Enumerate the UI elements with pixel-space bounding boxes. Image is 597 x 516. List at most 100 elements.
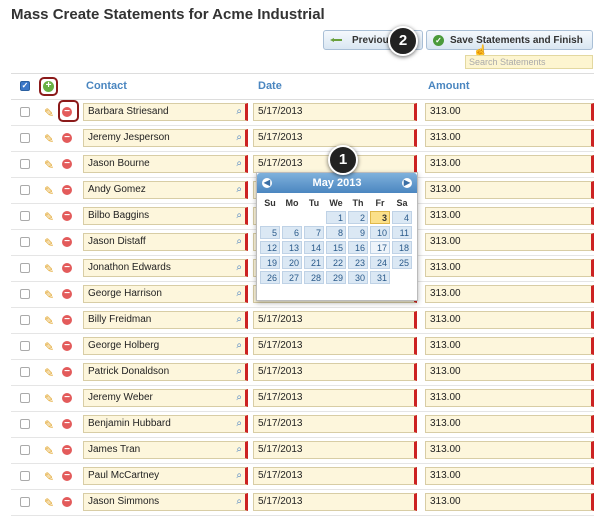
- minus-circle-icon[interactable]: −: [62, 133, 72, 143]
- magnifier-icon[interactable]: ⌕: [236, 442, 242, 458]
- date-field[interactable]: 5/17/2013: [253, 337, 417, 355]
- magnifier-icon[interactable]: ⌕: [236, 312, 242, 328]
- row-checkbox[interactable]: [20, 393, 30, 403]
- calendar-day[interactable]: 20: [282, 256, 302, 269]
- calendar-day[interactable]: 3: [370, 211, 390, 224]
- contact-field[interactable]: Barbara Striesand ⌕: [83, 103, 248, 121]
- calendar-day[interactable]: 21: [304, 256, 324, 269]
- magnifier-icon[interactable]: ⌕: [236, 130, 242, 146]
- row-checkbox[interactable]: [20, 419, 30, 429]
- amount-field[interactable]: 313.00: [425, 337, 594, 355]
- pencil-icon[interactable]: ✎: [44, 158, 54, 172]
- magnifier-icon[interactable]: ⌕: [236, 390, 242, 406]
- contact-field[interactable]: Bilbo Baggins ⌕: [83, 207, 248, 225]
- calendar-day[interactable]: 6: [282, 226, 302, 239]
- contact-field[interactable]: Jeremy Jesperson ⌕: [83, 129, 248, 147]
- search-statements-input[interactable]: Search Statements: [465, 55, 593, 69]
- pencil-icon[interactable]: ✎: [44, 106, 54, 120]
- minus-circle-icon[interactable]: −: [62, 159, 72, 169]
- amount-field[interactable]: 313.00: [425, 207, 594, 225]
- calendar-day[interactable]: 26: [260, 271, 280, 284]
- pencil-icon[interactable]: ✎: [44, 236, 54, 250]
- date-field[interactable]: 5/17/2013: [253, 441, 417, 459]
- contact-field[interactable]: Andy Gomez ⌕: [83, 181, 248, 199]
- minus-circle-icon[interactable]: −: [62, 315, 72, 325]
- column-header-date[interactable]: Date: [258, 80, 282, 92]
- minus-circle-icon[interactable]: −: [62, 419, 72, 429]
- pencil-icon[interactable]: ✎: [44, 340, 54, 354]
- calendar-day[interactable]: 10: [370, 226, 390, 239]
- minus-circle-icon[interactable]: −: [62, 445, 72, 455]
- row-checkbox[interactable]: [20, 185, 30, 195]
- amount-field[interactable]: 313.00: [425, 103, 594, 121]
- pencil-icon[interactable]: ✎: [44, 418, 54, 432]
- minus-circle-icon[interactable]: −: [62, 211, 72, 221]
- amount-field[interactable]: 313.00: [425, 441, 594, 459]
- minus-circle-icon[interactable]: −: [62, 393, 72, 403]
- pencil-icon[interactable]: ✎: [44, 262, 54, 276]
- date-field[interactable]: 5/17/2013: [253, 467, 417, 485]
- row-checkbox[interactable]: [20, 211, 30, 221]
- prev-month-icon[interactable]: ◀: [262, 178, 272, 188]
- amount-field[interactable]: 313.00: [425, 155, 594, 173]
- calendar-day[interactable]: 16: [348, 241, 368, 254]
- amount-field[interactable]: 313.00: [425, 259, 594, 277]
- calendar-day[interactable]: 8: [326, 226, 346, 239]
- magnifier-icon[interactable]: ⌕: [236, 260, 242, 276]
- calendar-day[interactable]: 31: [370, 271, 390, 284]
- magnifier-icon[interactable]: ⌕: [236, 494, 242, 510]
- row-checkbox[interactable]: [20, 237, 30, 247]
- amount-field[interactable]: 313.00: [425, 493, 594, 511]
- amount-field[interactable]: 313.00: [425, 363, 594, 381]
- amount-field[interactable]: 313.00: [425, 129, 594, 147]
- calendar-day[interactable]: 29: [326, 271, 346, 284]
- calendar-day[interactable]: 7: [304, 226, 324, 239]
- pencil-icon[interactable]: ✎: [44, 314, 54, 328]
- calendar-day[interactable]: 27: [282, 271, 302, 284]
- row-checkbox[interactable]: [20, 445, 30, 455]
- row-checkbox[interactable]: [20, 367, 30, 377]
- contact-field[interactable]: Jeremy Weber ⌕: [83, 389, 248, 407]
- column-header-amount[interactable]: Amount: [428, 80, 470, 92]
- minus-circle-icon[interactable]: −: [62, 341, 72, 351]
- contact-field[interactable]: Jason Distaff ⌕: [83, 233, 248, 251]
- minus-circle-icon[interactable]: −: [62, 185, 72, 195]
- calendar-day[interactable]: 28: [304, 271, 324, 284]
- pencil-icon[interactable]: ✎: [44, 288, 54, 302]
- calendar-day[interactable]: 2: [348, 211, 368, 224]
- next-month-icon[interactable]: ▶: [402, 178, 412, 188]
- magnifier-icon[interactable]: ⌕: [236, 156, 242, 172]
- contact-field[interactable]: Benjamin Hubbard ⌕: [83, 415, 248, 433]
- row-checkbox[interactable]: [20, 315, 30, 325]
- amount-field[interactable]: 313.00: [425, 181, 594, 199]
- pencil-icon[interactable]: ✎: [44, 496, 54, 510]
- magnifier-icon[interactable]: ⌕: [236, 234, 242, 250]
- calendar-day[interactable]: 14: [304, 241, 324, 254]
- calendar-day[interactable]: 4: [392, 211, 412, 224]
- date-field[interactable]: 5/17/2013: [253, 129, 417, 147]
- pencil-icon[interactable]: ✎: [44, 184, 54, 198]
- amount-field[interactable]: 313.00: [425, 285, 594, 303]
- calendar-day[interactable]: 30: [348, 271, 368, 284]
- calendar-day[interactable]: 11: [392, 226, 412, 239]
- calendar-day[interactable]: 23: [348, 256, 368, 269]
- amount-field[interactable]: 313.00: [425, 467, 594, 485]
- magnifier-icon[interactable]: ⌕: [236, 364, 242, 380]
- contact-field[interactable]: Jason Bourne ⌕: [83, 155, 248, 173]
- calendar-day[interactable]: 18: [392, 241, 412, 254]
- contact-field[interactable]: Billy Freidman ⌕: [83, 311, 248, 329]
- contact-field[interactable]: Jonathon Edwards ⌕: [83, 259, 248, 277]
- calendar-day[interactable]: 1: [326, 211, 346, 224]
- date-field[interactable]: 5/17/2013: [253, 363, 417, 381]
- row-checkbox[interactable]: [20, 133, 30, 143]
- calendar-day[interactable]: 15: [326, 241, 346, 254]
- date-field[interactable]: 5/17/2013: [253, 415, 417, 433]
- amount-field[interactable]: 313.00: [425, 311, 594, 329]
- date-field[interactable]: 5/17/2013: [253, 311, 417, 329]
- minus-circle-icon[interactable]: −: [62, 471, 72, 481]
- contact-field[interactable]: James Tran ⌕: [83, 441, 248, 459]
- minus-circle-icon[interactable]: −: [62, 237, 72, 247]
- calendar-day[interactable]: 25: [392, 256, 412, 269]
- calendar-day[interactable]: 13: [282, 241, 302, 254]
- contact-field[interactable]: George Harrison ⌕: [83, 285, 248, 303]
